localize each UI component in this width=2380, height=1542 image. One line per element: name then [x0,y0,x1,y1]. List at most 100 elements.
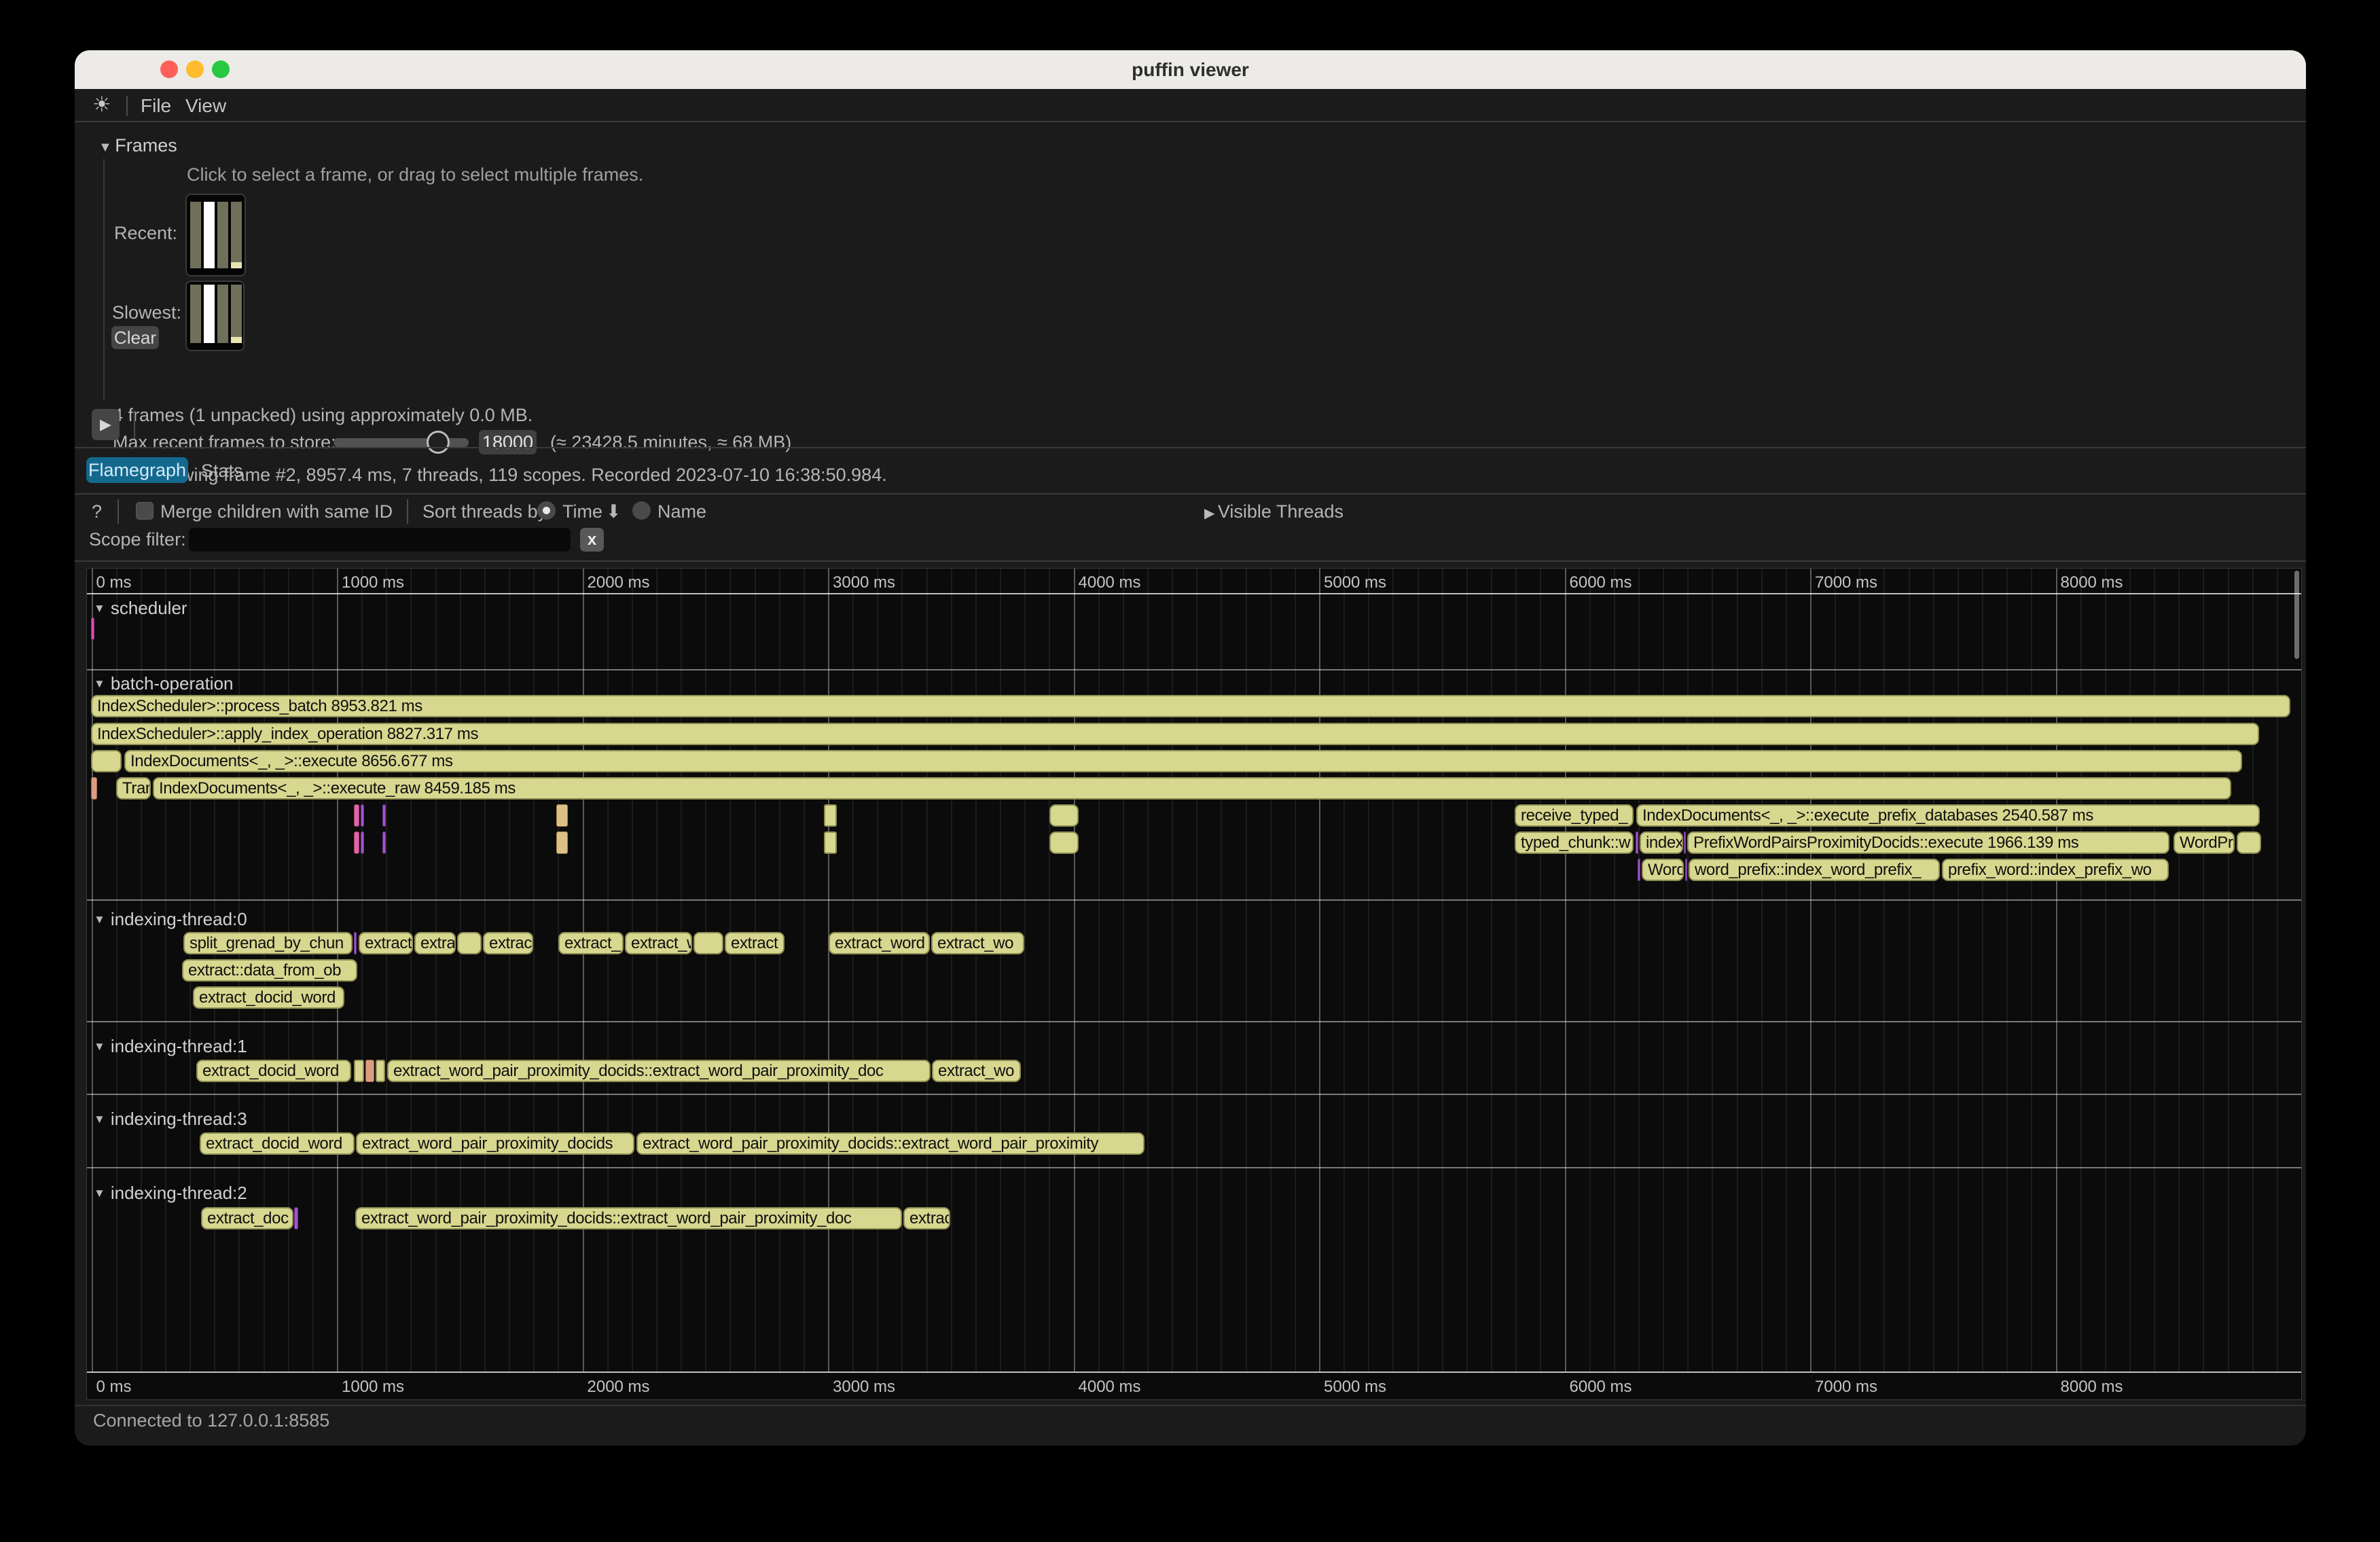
merge-children-label[interactable]: Merge children with same ID [160,501,393,522]
flame-bar[interactable]: extract_word_pair_proximity_docids::extr… [636,1132,1144,1155]
visible-threads-header[interactable]: ▶ Visible Threads [1204,501,1344,522]
flame-bar[interactable]: extract [725,932,785,954]
sort-time-radio[interactable] [537,501,556,520]
flame-bar[interactable] [354,831,359,854]
flame-bar[interactable]: extrac [903,1207,950,1230]
clear-button[interactable]: Clear [111,326,159,349]
frame-bar[interactable] [231,202,242,268]
flame-bar[interactable]: WordPr [2174,831,2235,854]
flame-bar[interactable]: extract_docid_word [196,1060,351,1082]
flame-bar[interactable] [1638,859,1640,881]
flame-bar[interactable]: Word [1642,859,1684,881]
flame-bar[interactable]: typed_chunk::w [1515,831,1634,854]
flame-bar[interactable]: IndexScheduler>::process_batch 8953.821 … [91,695,2290,717]
thread-header-scheduler[interactable]: ▼scheduler [94,598,187,619]
max-frames-value[interactable]: 18000 [479,430,537,454]
flame-bar[interactable]: extract_ [558,932,624,954]
flame-bar[interactable]: extract_word_pair_proximity_docids::extr… [355,1207,902,1230]
flame-bar[interactable]: extract [359,932,413,954]
flame-bar[interactable]: split_grenad_by_chun [183,932,353,954]
frame-bar[interactable] [204,202,215,268]
flame-bar[interactable]: extract_word_pair_proximity_docids [356,1132,634,1155]
flame-bar[interactable]: extract_doc [201,1207,293,1230]
flame-bar[interactable] [693,932,723,954]
flamegraph-panel[interactable]: 0 ms0 ms1000 ms1000 ms2000 ms2000 ms3000… [86,568,2302,1400]
flame-bar[interactable]: IndexDocuments<_, _>::execute_raw 8459.1… [153,777,2231,800]
frames-collapse-header[interactable]: ▼ Frames [98,135,177,156]
slowest-frames-thumbnail[interactable] [185,281,245,351]
thread-header-indexing-thread-2[interactable]: ▼indexing-thread:2 [94,1183,247,1204]
flame-bar[interactable]: prefix_word::index_prefix_wo [1942,859,2169,881]
flame-bar[interactable]: index [1640,831,1683,854]
frame-bar[interactable] [217,202,228,268]
flame-bar[interactable]: extract_docid_word [200,1132,355,1155]
tab-flamegraph[interactable]: Flamegraph [86,457,188,483]
flame-bar[interactable] [1636,831,1638,854]
flame-bar[interactable]: extract::data_from_ob [182,959,357,982]
recent-frames-thumbnail[interactable] [185,194,246,276]
flame-bar[interactable] [1685,859,1687,881]
flame-bar[interactable] [1684,831,1686,854]
flame-bar[interactable]: extract_w [625,932,692,954]
scope-filter-clear-button[interactable]: x [580,528,604,552]
flame-bar[interactable] [91,750,122,772]
frame-bar[interactable] [204,285,215,343]
flame-bar[interactable] [457,932,482,954]
frame-bar[interactable] [190,202,201,268]
frame-bar[interactable] [217,285,228,343]
sort-name-radio[interactable] [632,501,651,520]
thread-header-indexing-thread-0[interactable]: ▼indexing-thread:0 [94,909,247,930]
flame-bar[interactable] [354,932,357,954]
flame-bar[interactable]: PrefixWordPairsProximityDocids::execute … [1687,831,2169,854]
flame-bar[interactable]: extract_word_pair_proximity_docids::extr… [387,1060,931,1082]
scope-filter-input[interactable] [189,528,571,552]
flame-bar[interactable]: extract_docid_word [193,986,344,1009]
flame-bar[interactable]: extract_word [829,932,930,954]
flame-bar[interactable] [556,831,568,854]
flame-bar[interactable] [361,831,364,854]
flame-bar[interactable]: word_prefix::index_word_prefix_ [1689,859,1940,881]
flame-bar[interactable] [354,804,359,827]
flame-bar[interactable] [1049,831,1079,854]
flame-bar[interactable] [824,831,837,854]
flame-bar[interactable] [382,831,386,854]
thread-header-indexing-thread-3[interactable]: ▼indexing-thread:3 [94,1109,247,1130]
flame-bar[interactable] [91,617,94,640]
flame-bar[interactable] [2237,831,2261,854]
play-button[interactable]: ▶ [92,409,120,440]
menu-view[interactable]: View [185,95,226,117]
frame-bar[interactable] [231,285,242,343]
flame-bar[interactable]: extra [414,932,456,954]
flame-bar[interactable]: extract_wo [931,932,1024,954]
sort-name-label[interactable]: Name [657,501,706,522]
flame-bar[interactable]: extract_wo [932,1060,1021,1082]
flame-bar[interactable] [556,804,568,827]
flame-bar[interactable] [354,1060,364,1082]
thread-header-batch-operation[interactable]: ▼batch-operation [94,673,234,694]
flame-bar[interactable] [365,1060,374,1082]
flame-bar[interactable]: receive_typed_ [1515,804,1634,827]
merge-children-checkbox[interactable] [136,502,154,520]
frame-bar[interactable] [190,285,201,343]
flame-bar[interactable] [382,804,386,827]
thread-header-indexing-thread-1[interactable]: ▼indexing-thread:1 [94,1036,247,1057]
flame-bar[interactable] [361,804,364,827]
flame-bar[interactable] [294,1207,298,1230]
flame-bar[interactable]: IndexScheduler>::apply_index_operation 8… [91,723,2259,745]
flame-bar[interactable]: extrac [483,932,533,954]
flame-bar[interactable] [376,1060,385,1082]
help-button[interactable]: ? [92,501,102,522]
flame-bar[interactable]: IndexDocuments<_, _>::execute 8656.677 m… [124,750,2242,772]
flame-bar[interactable] [91,777,97,800]
scrollbar-handle[interactable] [2294,571,2299,659]
slider-knob[interactable] [427,431,450,454]
flame-bar[interactable] [1049,804,1079,827]
tab-stats[interactable]: Stats [201,461,243,482]
sort-time-label[interactable]: Time [562,501,602,522]
sort-direction-arrow-icon[interactable]: ⬇ [606,501,621,522]
menu-file[interactable]: File [141,95,171,117]
flame-bar[interactable] [824,804,837,827]
theme-sun-icon[interactable]: ☀ [92,92,111,117]
flame-bar[interactable]: IndexDocuments<_, _>::execute_prefix_dat… [1636,804,2260,827]
flame-bar[interactable]: Trans [116,777,151,800]
